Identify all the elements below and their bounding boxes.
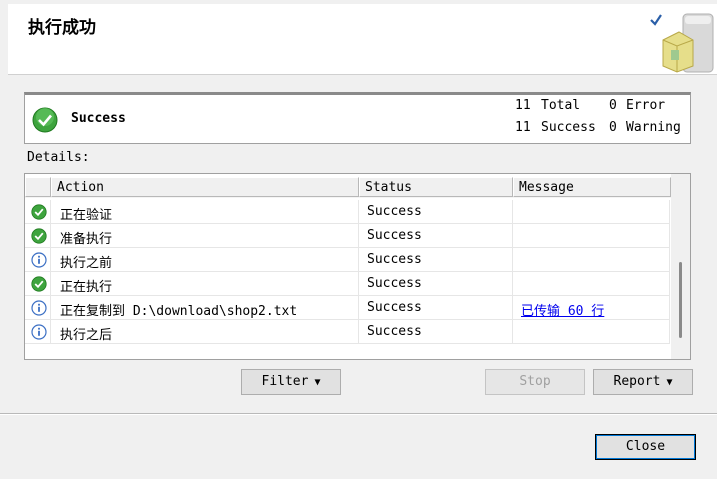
row-status: Success: [359, 224, 513, 248]
row-icon-cell: [25, 200, 51, 224]
success-count: 11: [515, 120, 531, 135]
info-icon: [31, 300, 47, 316]
summary-status-label: Success: [71, 111, 126, 126]
report-button-label: Report: [613, 374, 661, 389]
table-row[interactable]: 执行之后 Success: [25, 320, 670, 344]
row-message-link[interactable]: 已传输 60 行: [521, 304, 604, 319]
stop-button-label: Stop: [519, 374, 551, 389]
table-row[interactable]: 准备执行 Success: [25, 224, 670, 248]
row-action: 执行之后: [51, 320, 359, 344]
info-icon: [31, 324, 47, 340]
dropdown-arrow-icon: ▼: [314, 377, 321, 388]
table-row[interactable]: 执行之前 Success: [25, 248, 670, 272]
warning-count: 0: [609, 120, 617, 135]
success-icon: [31, 228, 47, 244]
row-status: Success: [359, 272, 513, 296]
grid-header: Action Status Message: [25, 177, 671, 198]
success-label: Success: [541, 120, 596, 135]
row-action: 正在验证: [51, 200, 359, 224]
row-message-cell: [513, 320, 670, 344]
row-message-cell: [513, 272, 670, 296]
row-message-cell: [513, 224, 670, 248]
success-icon: [31, 276, 47, 292]
column-header-status[interactable]: Status: [359, 177, 513, 197]
warning-label: Warning: [626, 120, 681, 135]
report-button[interactable]: Report ▼: [593, 369, 693, 395]
row-action: 执行之前: [51, 248, 359, 272]
row-message-cell: 已传输 60 行: [513, 296, 670, 320]
row-icon-cell: [25, 224, 51, 248]
table-row[interactable]: 正在复制到 D:\download\shop2.txt Success 已传输 60…: [25, 296, 670, 320]
dialog-header: 执行成功: [8, 4, 717, 75]
row-status: Success: [359, 200, 513, 224]
total-label: Total: [541, 98, 581, 113]
row-status: Success: [359, 296, 513, 320]
success-icon: [31, 204, 47, 220]
row-status: Success: [359, 320, 513, 344]
summary-panel: Success 11 Total 0 Error 11 Success 0 Wa…: [24, 92, 691, 144]
icon-column-header[interactable]: [25, 177, 51, 197]
close-button[interactable]: Close: [595, 434, 696, 460]
table-row[interactable]: 正在验证 Success: [25, 200, 670, 224]
row-message-cell: [513, 248, 670, 272]
close-button-label: Close: [625, 439, 666, 454]
details-grid[interactable]: Action Status Message 正在验证 Success 准备执行 Suc…: [24, 173, 691, 360]
table-row[interactable]: 正在执行 Success: [25, 272, 670, 296]
scrollbar-thumb[interactable]: [679, 262, 682, 338]
dialog-title: 执行成功: [28, 18, 96, 38]
dropdown-arrow-icon: ▼: [666, 377, 673, 388]
total-count: 11: [515, 98, 531, 113]
column-header-action[interactable]: Action: [51, 177, 359, 197]
row-icon-cell: [25, 320, 51, 344]
error-count: 0: [609, 98, 617, 113]
error-label: Error: [626, 98, 666, 113]
stop-button[interactable]: Stop: [485, 369, 585, 395]
row-icon-cell: [25, 272, 51, 296]
filter-button[interactable]: Filter ▼: [241, 369, 341, 395]
divider: [0, 413, 717, 415]
vertical-scrollbar[interactable]: [671, 174, 690, 359]
row-icon-cell: [25, 296, 51, 320]
success-icon: [32, 107, 58, 133]
row-status: Success: [359, 248, 513, 272]
row-icon-cell: [25, 248, 51, 272]
row-action: 正在执行: [51, 272, 359, 296]
row-action: 正在复制到 D:\download\shop2.txt: [51, 296, 359, 320]
row-action: 准备执行: [51, 224, 359, 248]
info-icon: [31, 252, 47, 268]
column-header-message[interactable]: Message: [513, 177, 671, 197]
success-check-icon: [650, 13, 714, 73]
row-message-cell: [513, 200, 670, 224]
details-label: Details:: [27, 150, 90, 165]
filter-button-label: Filter: [261, 374, 309, 389]
